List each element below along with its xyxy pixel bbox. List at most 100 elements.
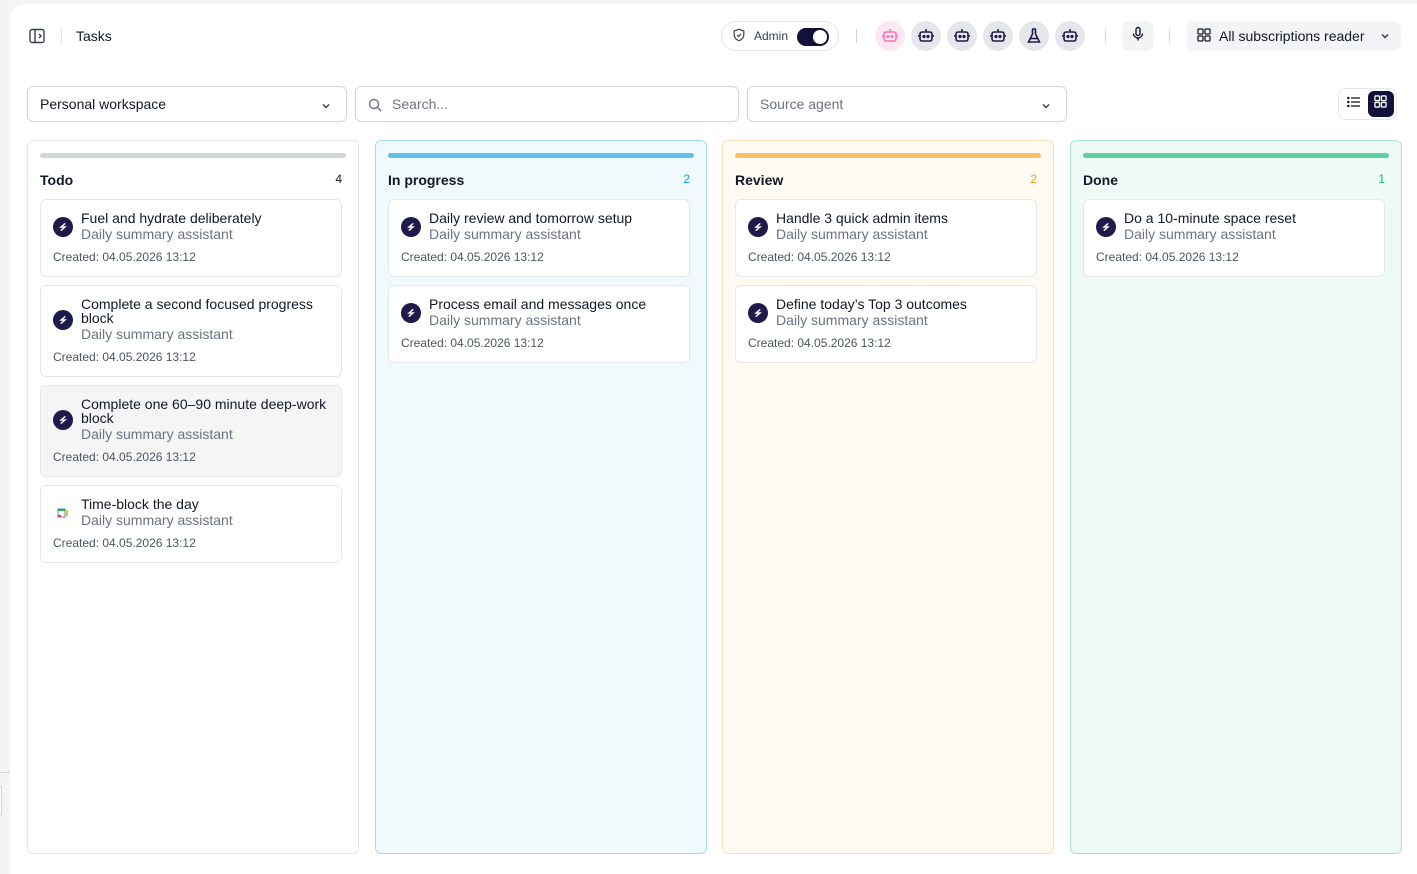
- source-agent-select[interactable]: Source agent: [747, 86, 1067, 122]
- task-card[interactable]: Complete one 60–90 minute deep-work bloc…: [40, 385, 342, 477]
- s-logo-icon: [401, 216, 421, 237]
- task-source-agent: Daily summary assistant: [429, 226, 581, 242]
- sidebar-toggle-icon[interactable]: [28, 28, 46, 44]
- task-title: Complete one 60–90 minute deep-work bloc…: [81, 396, 327, 426]
- card-list: Fuel and hydrate deliberately Daily summa…: [40, 199, 342, 571]
- task-title: Complete a second focused progress block: [81, 296, 313, 326]
- task-card-body: Daily review and tomorrow setup Daily sum…: [389, 200, 689, 243]
- task-card-body: Fuel and hydrate deliberately Daily summa…: [41, 200, 341, 243]
- agent-robot-icon[interactable]: [983, 21, 1013, 51]
- app-window: Tasks Admin All subscriptions reader Per…: [10, 4, 1417, 874]
- task-card-body: Complete a second focused progress block…: [41, 286, 341, 343]
- agent-robot-pink-icon[interactable]: [875, 21, 905, 51]
- task-card-body: Define today’s Top 3 outcomes Daily summa…: [736, 286, 1036, 329]
- column-color-bar: [735, 153, 1041, 158]
- column-count-badge: 4: [335, 172, 342, 186]
- card-list: Handle 3 quick admin items Daily summary …: [735, 199, 1037, 371]
- column-title: Done: [1083, 172, 1118, 188]
- s-logo-icon: [53, 309, 73, 330]
- task-card-body: Process email and messages once Daily sum…: [389, 286, 689, 329]
- task-card[interactable]: Define today’s Top 3 outcomes Daily summa…: [735, 285, 1037, 363]
- task-card[interactable]: Daily review and tomorrow setup Daily sum…: [388, 199, 690, 277]
- subscription-selector[interactable]: All subscriptions reader: [1187, 21, 1401, 51]
- task-title: Process email and messages once: [429, 296, 647, 312]
- task-created-date: Created: 04.05.2026 13:12: [401, 336, 544, 350]
- header-divider: [856, 29, 857, 43]
- source-agent-placeholder: Source agent: [760, 96, 844, 112]
- header-divider: [1169, 29, 1170, 43]
- header-divider: [1105, 29, 1106, 43]
- calendar-icon: [53, 503, 73, 523]
- task-source-agent: Daily summary assistant: [776, 312, 928, 328]
- column-review: Review 2 Handle 3 quick admin items Daily s…: [722, 140, 1054, 854]
- admin-mode-pill: Admin: [721, 21, 839, 51]
- task-created-date: Created: 04.05.2026 13:12: [53, 450, 196, 464]
- agent-flask-icon[interactable]: [1019, 21, 1049, 51]
- task-card[interactable]: Time-block the day Daily summary assistan…: [40, 485, 342, 563]
- column-todo: Todo 4 Fuel and hydrate deliberately Daily …: [27, 140, 359, 854]
- agent-robot-icon[interactable]: [911, 21, 941, 51]
- view-mode-toggle: [1338, 88, 1397, 120]
- agent-robot-icon[interactable]: [947, 21, 977, 51]
- chevron-down-icon: [320, 99, 332, 115]
- column-color-bar: [388, 153, 694, 158]
- column-count-badge: 2: [683, 172, 690, 186]
- task-created-date: Created: 04.05.2026 13:12: [748, 336, 891, 350]
- task-title: Fuel and hydrate deliberately: [81, 210, 262, 226]
- page-title: Tasks: [76, 28, 112, 44]
- admin-label: Admin: [754, 29, 789, 43]
- task-created-date: Created: 04.05.2026 13:12: [53, 250, 196, 264]
- search-box: [355, 86, 739, 122]
- column-title: Todo: [40, 172, 74, 188]
- column-done: Done 1 Do a 10-minute space reset Daily sum…: [1070, 140, 1402, 854]
- microphone-icon: [1130, 26, 1146, 47]
- s-logo-icon: [53, 409, 73, 430]
- chevron-down-icon: [1040, 99, 1052, 115]
- s-logo-icon: [748, 302, 768, 323]
- column-title: In progress: [388, 172, 465, 188]
- task-title: Do a 10-minute space reset: [1124, 210, 1296, 226]
- task-card-body: Complete one 60–90 minute deep-work bloc…: [41, 386, 341, 443]
- task-card[interactable]: Handle 3 quick admin items Daily summary …: [735, 199, 1037, 277]
- header-divider: [61, 28, 62, 44]
- card-list: Do a 10-minute space reset Daily summary …: [1083, 199, 1385, 285]
- task-card[interactable]: Do a 10-minute space reset Daily summary …: [1083, 199, 1385, 277]
- task-title: Daily review and tomorrow setup: [429, 210, 633, 226]
- s-logo-icon: [1096, 216, 1116, 237]
- grid-icon: [1197, 27, 1211, 45]
- task-source-agent: Daily summary assistant: [81, 512, 233, 528]
- search-input[interactable]: [392, 87, 732, 121]
- toggle-knob: [813, 30, 827, 44]
- collapsed-panel-handle[interactable]: [0, 786, 2, 816]
- chevron-down-icon: [1379, 29, 1391, 45]
- list-icon: [1347, 95, 1361, 113]
- s-logo-icon: [401, 302, 421, 323]
- task-source-agent: Daily summary assistant: [81, 226, 233, 242]
- shield-icon: [732, 28, 746, 45]
- column-in-progress: In progress 2 Daily review and tomorrow se…: [375, 140, 707, 854]
- s-logo-icon: [748, 216, 768, 237]
- task-source-agent: Daily summary assistant: [429, 312, 581, 328]
- task-created-date: Created: 04.05.2026 13:12: [401, 250, 544, 264]
- task-card-body: Handle 3 quick admin items Daily summary …: [736, 200, 1036, 243]
- board-view-button[interactable]: [1367, 91, 1394, 117]
- workspace-select[interactable]: Personal workspace: [27, 86, 347, 122]
- task-created-date: Created: 04.05.2026 13:12: [1096, 250, 1239, 264]
- agent-robot-icon[interactable]: [1055, 21, 1085, 51]
- admin-toggle[interactable]: [797, 28, 829, 46]
- task-card-body: Do a 10-minute space reset Daily summary …: [1084, 200, 1384, 243]
- task-card[interactable]: Process email and messages once Daily sum…: [388, 285, 690, 363]
- microphone-button[interactable]: [1122, 21, 1154, 51]
- task-card[interactable]: Complete a second focused progress block…: [40, 285, 342, 377]
- header-bar: Tasks Admin All subscriptions reader: [10, 4, 1417, 68]
- task-created-date: Created: 04.05.2026 13:12: [748, 250, 891, 264]
- subscription-label: All subscriptions reader: [1219, 28, 1365, 44]
- task-title: Define today’s Top 3 outcomes: [776, 296, 967, 312]
- task-card[interactable]: Fuel and hydrate deliberately Daily summa…: [40, 199, 342, 277]
- task-card-body: Time-block the day Daily summary assistan…: [41, 486, 341, 529]
- task-source-agent: Daily summary assistant: [1124, 226, 1276, 242]
- task-source-agent: Daily summary assistant: [81, 326, 233, 342]
- task-created-date: Created: 04.05.2026 13:12: [53, 350, 196, 364]
- list-view-button[interactable]: [1341, 91, 1368, 117]
- column-count-badge: 2: [1030, 172, 1037, 186]
